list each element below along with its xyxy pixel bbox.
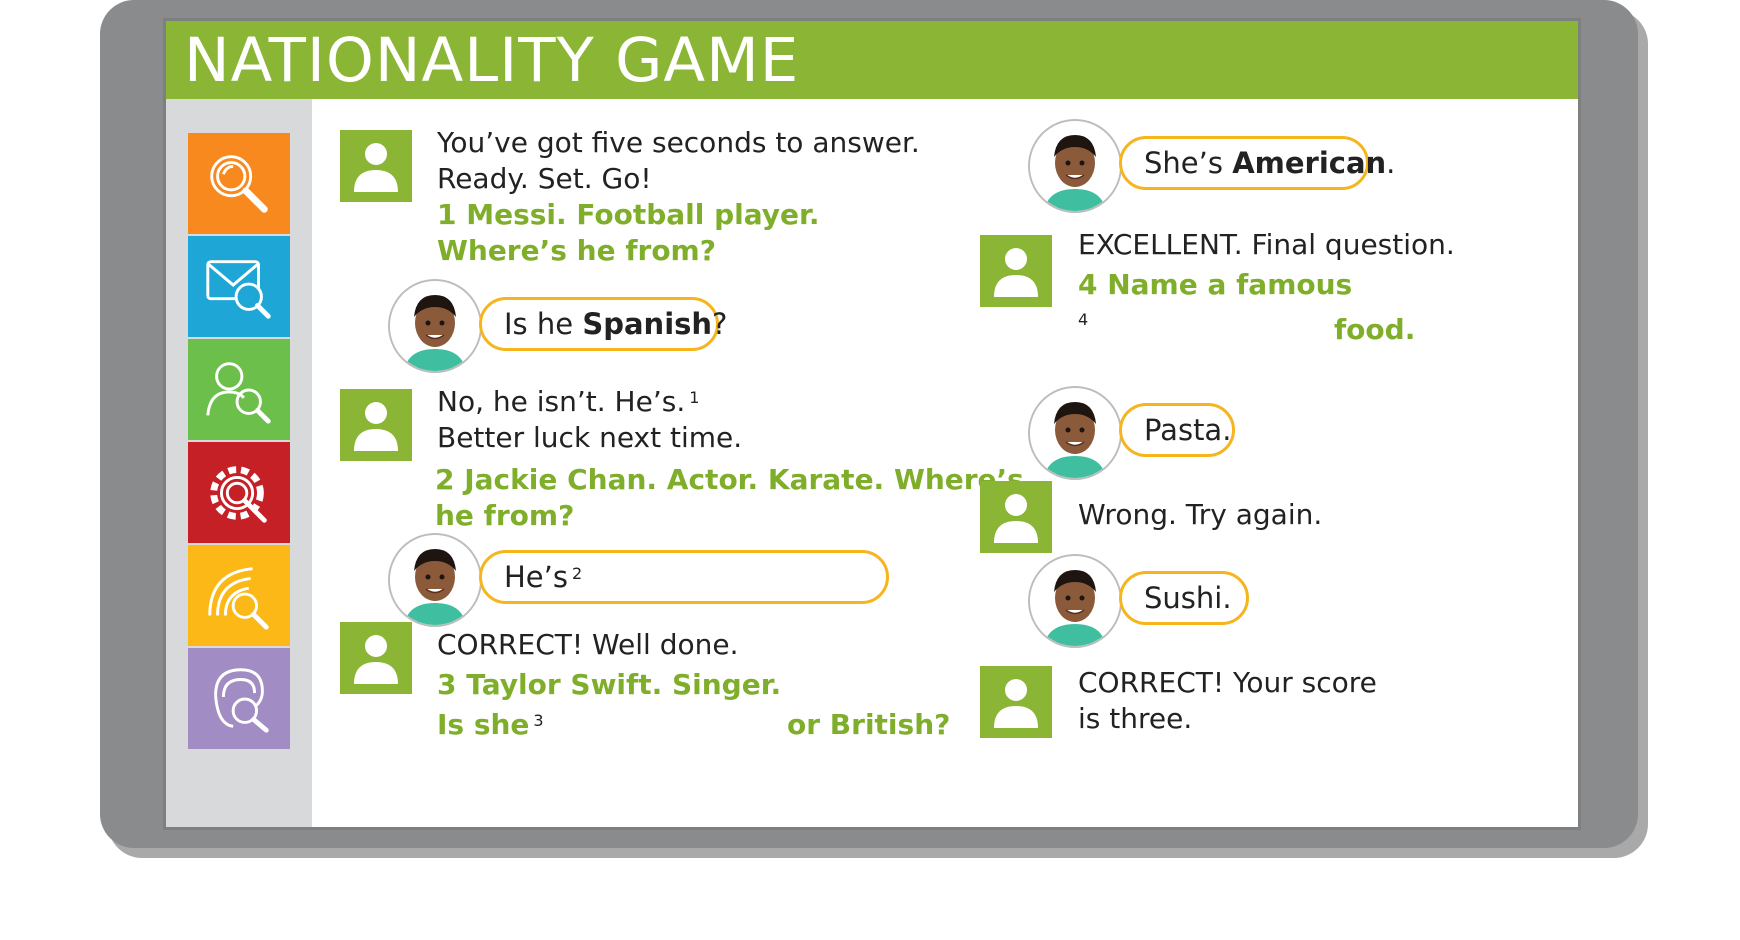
answer-text: He’s bbox=[504, 560, 568, 594]
student-avatar bbox=[1028, 386, 1122, 480]
tutor-message-line: Better luck next time. bbox=[437, 421, 743, 454]
question-keyword: British bbox=[829, 708, 935, 741]
person-icon bbox=[994, 248, 1038, 297]
answer-text: . bbox=[1386, 146, 1396, 180]
student-avatar bbox=[388, 279, 482, 373]
answer-bubble-1: Is he Spanish? bbox=[479, 297, 727, 351]
student-avatar bbox=[388, 533, 482, 627]
student-avatar bbox=[1028, 119, 1122, 213]
question-4-ending: food. bbox=[1334, 313, 1416, 346]
person-icon bbox=[994, 494, 1038, 543]
gap-number: 3 bbox=[533, 711, 544, 730]
gap-number: 4 bbox=[1078, 310, 1089, 329]
question-line: he from? bbox=[435, 499, 575, 532]
question-line: Where’s he from? bbox=[437, 234, 716, 267]
question-text: Is she bbox=[437, 708, 530, 741]
tutor-avatar bbox=[980, 235, 1052, 307]
person-icon bbox=[354, 143, 398, 192]
answer-bubble-4: Pasta. bbox=[1119, 403, 1235, 457]
tutor-avatar bbox=[340, 622, 412, 694]
question-2: 2 Jackie Chan. Actor. Karate. Where’s he… bbox=[435, 462, 1024, 534]
tutor-message-line: Ready. Set. Go! bbox=[437, 162, 652, 195]
gap-number: 1 bbox=[689, 388, 700, 407]
tutor-message-3: CORRECT! Well done. bbox=[437, 628, 739, 661]
boy-face-icon bbox=[390, 281, 480, 371]
people-search-icon bbox=[206, 361, 271, 424]
answer-keyword: Spanish bbox=[582, 307, 713, 341]
boy-face-icon bbox=[390, 535, 480, 625]
student-avatar bbox=[1028, 554, 1122, 648]
question-text: ? bbox=[934, 708, 951, 741]
tutor-avatar bbox=[980, 481, 1052, 553]
ear-search-icon bbox=[214, 667, 269, 733]
tutor-message-2: No, he isn’t. He’s. 1 Better luck next ti… bbox=[437, 384, 742, 456]
tutor-message-line: CORRECT! Your score bbox=[1078, 666, 1377, 699]
title-bar: NATIONALITY GAME bbox=[166, 21, 1578, 99]
answer-text: ? bbox=[712, 307, 728, 341]
question-1: 1 Messi. Football player. Where’s he fro… bbox=[437, 197, 820, 269]
person-icon bbox=[994, 679, 1038, 728]
settings-search-button[interactable] bbox=[188, 442, 290, 543]
app-screen: NATIONALITY GAME You’ve got five seconds… bbox=[163, 18, 1581, 830]
boy-face-icon bbox=[1030, 121, 1120, 211]
question-4: 4 Name a famous bbox=[1078, 268, 1353, 301]
tutor-message-6: CORRECT! Your score is three. bbox=[1078, 665, 1377, 737]
listen-search-button[interactable] bbox=[188, 648, 290, 749]
messages-search-button[interactable] bbox=[188, 236, 290, 337]
search-button[interactable] bbox=[188, 133, 290, 234]
gap-number: 2 bbox=[571, 563, 583, 583]
tutor-avatar bbox=[340, 130, 412, 202]
person-icon bbox=[354, 635, 398, 684]
tutor-message-1: You’ve got five seconds to answer. Ready… bbox=[437, 125, 920, 197]
search-icon bbox=[210, 154, 268, 213]
people-search-button[interactable] bbox=[188, 339, 290, 440]
tutor-message-line: No, he isn’t. He’s. 1 bbox=[437, 384, 742, 420]
answer-text: She’s bbox=[1144, 146, 1233, 180]
question-line: 1 Messi. Football player. bbox=[437, 198, 820, 231]
answer-bubble-3: She’s American. bbox=[1119, 136, 1395, 190]
question-3: 3 Taylor Swift. Singer. bbox=[437, 668, 782, 701]
answer-bubble-5: Sushi. bbox=[1119, 571, 1249, 625]
tutor-message-line: You’ve got five seconds to answer. bbox=[437, 126, 920, 159]
mail-search-icon bbox=[206, 259, 271, 319]
signal-search-button[interactable] bbox=[188, 545, 290, 646]
tutor-message-4: EXCELLENT. Final question. bbox=[1078, 228, 1455, 261]
sidebar bbox=[166, 99, 312, 827]
boy-face-icon bbox=[1030, 388, 1120, 478]
message-text: No, he isn’t. He’s. bbox=[437, 385, 686, 418]
answer-text: Is he bbox=[504, 307, 583, 341]
signal-search-icon bbox=[208, 566, 269, 630]
answer-bubble-2[interactable]: He’s 2 bbox=[479, 550, 889, 604]
tutor-message-line: is three. bbox=[1078, 702, 1193, 735]
question-line: 2 Jackie Chan. Actor. Karate. Where’s bbox=[435, 463, 1024, 496]
question-text: or bbox=[787, 708, 830, 741]
tutor-avatar bbox=[980, 666, 1052, 738]
question-3-part: Is she 3 bbox=[437, 707, 544, 743]
person-icon bbox=[354, 402, 398, 451]
question-3-ending: or British? bbox=[787, 707, 950, 743]
page-title: NATIONALITY GAME bbox=[184, 25, 800, 96]
gear-search-icon bbox=[210, 465, 267, 523]
boy-face-icon bbox=[1030, 556, 1120, 646]
answer-keyword: American bbox=[1232, 146, 1387, 180]
tutor-avatar bbox=[340, 389, 412, 461]
tutor-message-5: Wrong. Try again. bbox=[1078, 498, 1323, 531]
